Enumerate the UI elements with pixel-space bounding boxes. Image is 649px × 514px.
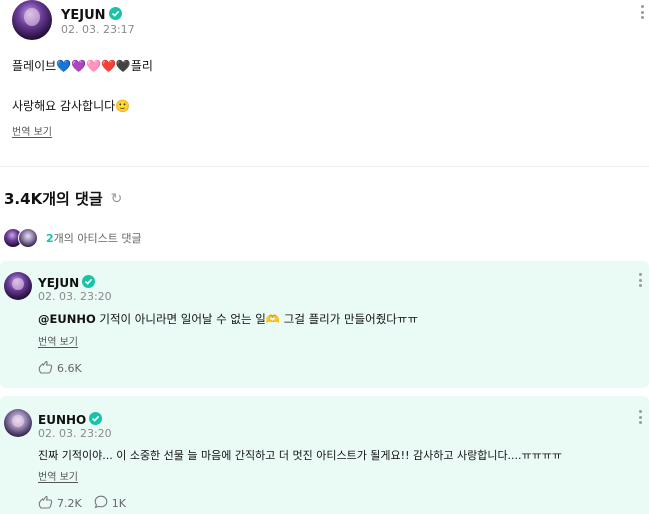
comment-translate-link[interactable]: 번역 보기	[38, 333, 78, 348]
comment-translate-link[interactable]: 번역 보기	[38, 468, 78, 483]
verified-badge-icon	[89, 412, 103, 425]
comment-author-avatar[interactable]	[4, 409, 32, 437]
like-count: 7.2K	[57, 497, 82, 510]
comment-stats: 6.6K	[38, 360, 82, 377]
artist-comment-card: EUNHO 02. 03. 23:20 진짜 기적이야... 이 소중한 선물 …	[0, 396, 649, 514]
comment-body: 기적이 아니라면 일어날 수 없는 일🫶 그걸 플리가 만들어줬다ㅠㅠ	[95, 312, 419, 326]
post-timestamp: 02. 03. 23:17	[61, 23, 135, 36]
artist-avatar-eunho	[18, 228, 38, 248]
post-text-line2: 사랑해요 감사합니다🙂	[12, 99, 131, 113]
comment-text: 진짜 기적이야... 이 소중한 선물 늘 마음에 간직하고 더 멋진 아티스트…	[38, 449, 563, 462]
reply-count: 1K	[111, 497, 126, 510]
comment-timestamp: 02. 03. 23:20	[38, 290, 112, 303]
refresh-icon[interactable]: ↻	[111, 191, 123, 207]
comment-more-icon[interactable]	[635, 271, 645, 289]
verified-badge-icon	[108, 7, 122, 20]
comment-mention[interactable]: @EUNHO	[38, 312, 96, 326]
verified-badge-icon	[82, 275, 96, 288]
comment-author-name[interactable]: YEJUN	[38, 276, 79, 290]
post-more-icon[interactable]	[637, 3, 647, 21]
like-icon[interactable]	[38, 360, 53, 377]
comment-text: @EUNHO 기적이 아니라면 일어날 수 없는 일🫶 그걸 플리가 만들어줬다…	[38, 311, 418, 327]
artist-comment-count: 2	[46, 232, 54, 245]
comments-count-title: 3.4K개의 댓글	[4, 190, 103, 208]
comments-header: 3.4K개의 댓글 ↻	[4, 188, 122, 209]
comment-more-icon[interactable]	[635, 408, 645, 426]
like-icon[interactable]	[38, 495, 53, 512]
comment-timestamp: 02. 03. 23:20	[38, 427, 112, 440]
like-count: 6.6K	[57, 362, 82, 375]
section-divider	[0, 166, 649, 167]
post-text-line1: 플레이브💙💜🩷❤️🖤플리	[12, 59, 153, 73]
post-translate-link[interactable]: 번역 보기	[12, 123, 52, 138]
comment-author-name[interactable]: EUNHO	[38, 413, 86, 427]
post-author-name[interactable]: YEJUN	[61, 8, 106, 23]
artist-comment-card: YEJUN 02. 03. 23:20 @EUNHO 기적이 아니라면 일어날 …	[0, 261, 649, 388]
comment-stats: 7.2K 1K	[38, 495, 126, 512]
artist-comments-filter[interactable]: 2개의 아티스트 댓글	[3, 228, 142, 248]
comment-author-row: YEJUN	[38, 272, 96, 291]
artist-avatars	[3, 228, 39, 248]
comment-author-avatar[interactable]	[4, 272, 32, 300]
comment-author-row: EUNHO	[38, 409, 103, 428]
post-author-row: YEJUN	[61, 4, 122, 23]
reply-icon[interactable]	[94, 495, 108, 512]
post-author-avatar[interactable]	[12, 0, 52, 40]
artist-comment-label: 개의 아티스트 댓글	[53, 232, 142, 245]
